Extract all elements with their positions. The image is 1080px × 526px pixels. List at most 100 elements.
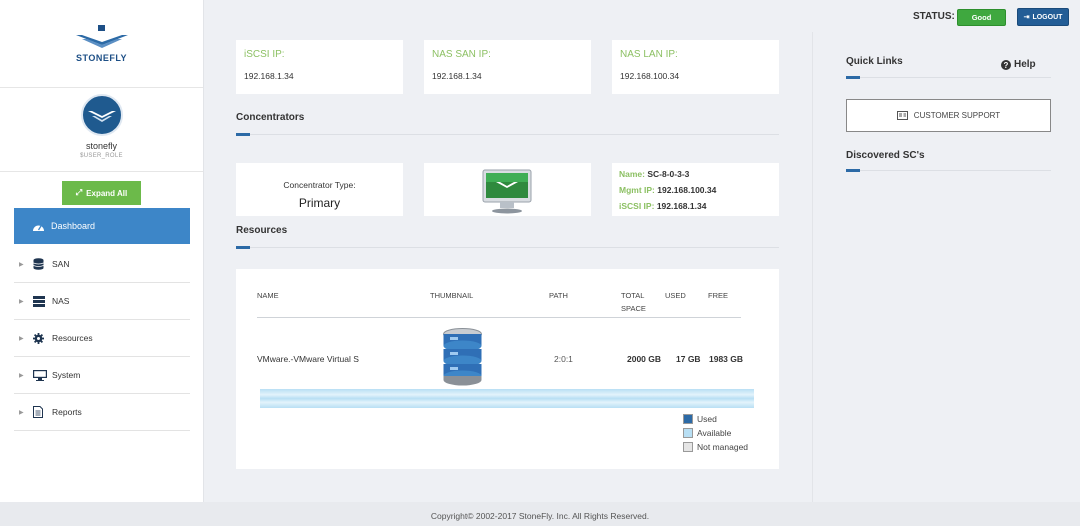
nas-lan-ip-card: NAS LAN IP: 192.168.100.34 bbox=[612, 40, 779, 94]
legend-swatch bbox=[683, 442, 693, 452]
iscsi-ip-value: 192.168.1.34 bbox=[244, 71, 294, 81]
customer-support-label: CUSTOMER SUPPORT bbox=[913, 111, 1001, 120]
gear-icon bbox=[33, 332, 47, 344]
iscsi-ip-card: iSCSI IP: 192.168.1.34 bbox=[236, 40, 403, 94]
discovered-sc-title: Discovered SC's bbox=[846, 150, 925, 161]
sidebar-item-dashboard[interactable]: Dashboard bbox=[14, 208, 190, 244]
document-icon bbox=[33, 406, 47, 418]
logo[interactable]: STONEFLY bbox=[0, 0, 203, 88]
section-accent bbox=[236, 133, 250, 136]
concentrator-name: Name: SC-8-0-3-3 bbox=[619, 169, 689, 179]
nas-san-ip-label: NAS SAN IP: bbox=[432, 49, 491, 60]
total-line1: TOTAL bbox=[621, 291, 645, 300]
sidebar-item-reports[interactable]: ▶ Reports bbox=[14, 394, 190, 431]
expand-all-button[interactable]: ⤢ Expand All bbox=[62, 181, 141, 205]
nas-san-ip-card: NAS SAN IP: 192.168.1.34 bbox=[424, 40, 591, 94]
sidebar-item-resources[interactable]: ▶ Resources bbox=[14, 320, 190, 357]
sidebar-item-san[interactable]: ▶ SAN bbox=[14, 246, 190, 283]
caret-right-icon: ▶ bbox=[19, 261, 24, 268]
column-header-total: TOTAL SPACE bbox=[621, 291, 646, 313]
iscsi-ip-label: iSCSI IP: bbox=[244, 49, 285, 60]
legend-label: Not managed bbox=[697, 442, 749, 452]
sidebar-item-label: Resources bbox=[52, 333, 93, 343]
section-accent bbox=[236, 246, 250, 249]
database-icon bbox=[33, 258, 47, 270]
sidebar-item-label: SAN bbox=[52, 259, 70, 269]
logout-button[interactable]: ⇥ LOGOUT bbox=[1017, 8, 1069, 26]
computer-monitor-icon bbox=[482, 169, 532, 214]
iscsi-ip-value: 192.168.1.34 bbox=[656, 201, 707, 211]
database-thumbnail-icon bbox=[443, 328, 482, 386]
nas-lan-ip-value: 192.168.100.34 bbox=[620, 71, 680, 81]
footer: Copyright© 2002-2017 StoneFly. Inc. All … bbox=[0, 502, 1080, 526]
column-header-path: PATH bbox=[549, 291, 568, 300]
column-header-thumbnail: THUMBNAIL bbox=[430, 291, 474, 300]
help-link[interactable]: ? Help bbox=[1001, 59, 1036, 70]
sidebar-nav: ▶ SAN ▶ NAS ▶ Resources ▶ System ▶ Repor… bbox=[14, 246, 190, 431]
section-accent bbox=[846, 169, 860, 172]
caret-right-icon: ▶ bbox=[19, 372, 24, 379]
user-role: $USER_ROLE bbox=[80, 153, 123, 159]
legend-label: Used bbox=[697, 414, 717, 424]
expand-all-label: Expand All bbox=[86, 188, 128, 198]
server-icon bbox=[33, 295, 47, 307]
usage-bar bbox=[260, 389, 754, 408]
column-header-used: USED bbox=[665, 291, 686, 300]
resource-free: 1983 GB bbox=[709, 354, 744, 364]
concentrator-mgmt-ip: Mgmt IP: 192.168.100.34 bbox=[619, 185, 716, 195]
divider bbox=[846, 77, 1051, 78]
question-circle-icon: ? bbox=[1001, 59, 1011, 70]
avatar[interactable] bbox=[80, 94, 123, 136]
legend-used: Used bbox=[683, 414, 717, 424]
user-profile: stonefly $USER_ROLE bbox=[0, 88, 203, 172]
divider bbox=[846, 170, 1051, 171]
resources-title: Resources bbox=[236, 225, 288, 236]
status-label: STATUS: bbox=[913, 11, 955, 22]
nas-san-ip-value: 192.168.1.34 bbox=[432, 71, 482, 81]
divider bbox=[236, 134, 779, 135]
speedometer-icon bbox=[33, 225, 44, 231]
logout-label: LOGOUT bbox=[1032, 13, 1063, 21]
avatar-logo-icon bbox=[87, 111, 116, 122]
id-card-icon bbox=[896, 111, 908, 120]
sidebar-item-label: System bbox=[52, 370, 81, 380]
resource-total: 2000 GB bbox=[627, 354, 662, 364]
expand-icon: ⤢ bbox=[75, 188, 83, 197]
iscsi-ip-key: iSCSI IP: bbox=[619, 201, 655, 211]
resource-path: 2:0:1 bbox=[554, 354, 573, 364]
divider bbox=[236, 247, 779, 248]
stonefly-logo-icon bbox=[75, 24, 128, 48]
mgmt-ip-key: Mgmt IP: bbox=[619, 185, 655, 195]
sidebar-item-nas[interactable]: ▶ NAS bbox=[14, 283, 190, 320]
right-panel: Quick Links ? Help CUSTOMER SUPPORT Disc… bbox=[812, 32, 1080, 502]
resources-card: NAME THUMBNAIL PATH TOTAL SPACE USED FRE… bbox=[236, 269, 779, 469]
sidebar-item-system[interactable]: ▶ System bbox=[14, 357, 190, 394]
concentrator-image-card bbox=[424, 163, 591, 216]
legend-available: Available bbox=[683, 428, 731, 438]
caret-right-icon: ▶ bbox=[19, 409, 24, 416]
quick-links-title: Quick Links bbox=[846, 56, 903, 67]
concentrator-type-label: Concentrator Type: bbox=[283, 180, 356, 190]
caret-right-icon: ▶ bbox=[19, 335, 24, 342]
name-key: Name: bbox=[619, 169, 645, 179]
svg-text:?: ? bbox=[1004, 61, 1009, 70]
concentrator-type-value: Primary bbox=[298, 196, 341, 210]
user-name: stonefly bbox=[85, 141, 118, 151]
resource-name: VMware.-VMware Virtual S bbox=[257, 354, 359, 364]
concentrator-type-card: Concentrator Type: Primary bbox=[236, 163, 403, 216]
column-header-free: FREE bbox=[708, 291, 729, 300]
legend-not-managed: Not managed bbox=[683, 442, 748, 452]
caret-right-icon: ▶ bbox=[19, 298, 24, 305]
legend-swatch bbox=[683, 414, 693, 424]
legend-label: Available bbox=[697, 428, 732, 438]
status-badge: Good bbox=[957, 9, 1006, 26]
total-line2: SPACE bbox=[621, 304, 646, 313]
column-header-name: NAME bbox=[257, 291, 279, 300]
monitor-icon bbox=[33, 369, 47, 381]
copyright-text: Copyright© 2002-2017 StoneFly. Inc. All … bbox=[430, 511, 650, 521]
sidebar-item-label: NAS bbox=[52, 296, 70, 306]
resource-used: 17 GB bbox=[676, 354, 701, 364]
name-value: SC-8-0-3-3 bbox=[647, 169, 690, 179]
customer-support-button[interactable]: CUSTOMER SUPPORT bbox=[846, 99, 1051, 132]
legend-swatch bbox=[683, 428, 693, 438]
